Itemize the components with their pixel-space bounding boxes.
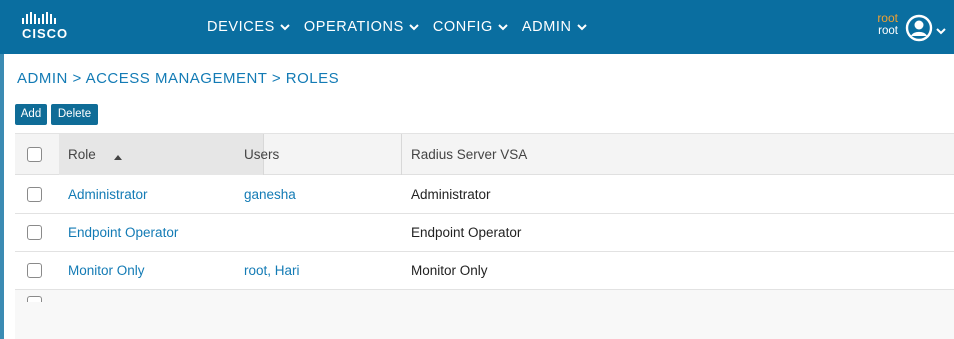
chevron-down-icon: [498, 19, 508, 35]
column-header-vsa[interactable]: Radius Server VSA: [411, 134, 527, 175]
table-row-partial: [15, 290, 954, 339]
table-row[interactable]: Administrator ganesha Administrator: [15, 176, 954, 214]
column-header-role[interactable]: Role: [59, 134, 263, 175]
top-navigation-bar: CISCO DEVICES OPERATIONS CONFIG ADMIN ro…: [0, 0, 954, 54]
nav-config-label: CONFIG: [432, 19, 493, 35]
users-cell: root, Hari: [244, 252, 300, 289]
left-edge-accent: [0, 54, 4, 339]
radius-vsa-value: Administrator: [411, 187, 491, 202]
cisco-logo-bar: [54, 18, 56, 24]
user-avatar-icon[interactable]: [905, 14, 933, 42]
nav-devices-label: DEVICES: [207, 19, 275, 35]
cisco-logo-bar: [22, 18, 24, 24]
nav-devices[interactable]: DEVICES: [207, 19, 290, 35]
role-link[interactable]: Administrator: [68, 176, 148, 213]
cisco-logo-text: CISCO: [22, 26, 69, 41]
table-row[interactable]: Monitor Only root, Hari Monitor Only: [15, 252, 954, 290]
cisco-logo-bars: [22, 12, 82, 24]
role-link[interactable]: Monitor Only: [68, 252, 145, 289]
column-separator: [401, 134, 402, 175]
user-name: root: [877, 11, 898, 25]
radius-vsa-value: Monitor Only: [411, 263, 488, 278]
user-link[interactable]: ganesha: [244, 176, 296, 213]
row-checkbox[interactable]: [27, 225, 42, 240]
cisco-logo-bar: [50, 14, 52, 24]
nav-operations[interactable]: OPERATIONS: [304, 19, 419, 35]
cisco-logo[interactable]: CISCO: [22, 12, 82, 42]
cisco-logo-bar: [42, 14, 44, 24]
chevron-down-icon[interactable]: [936, 22, 946, 40]
table-row[interactable]: Endpoint Operator Endpoint Operator: [15, 214, 954, 252]
row-checkbox[interactable]: [27, 263, 42, 278]
roles-table: Role Users Radius Server VSA Administrat…: [15, 133, 954, 339]
chevron-down-icon: [280, 19, 290, 35]
user-info[interactable]: root root: [868, 12, 898, 38]
main-nav: DEVICES OPERATIONS CONFIG ADMIN: [207, 0, 601, 54]
add-button[interactable]: Add: [15, 104, 47, 125]
cisco-logo-bar: [30, 12, 32, 24]
chevron-down-icon: [576, 19, 587, 35]
cisco-logo-bar: [26, 14, 28, 24]
role-link[interactable]: Endpoint Operator: [68, 214, 178, 251]
user-separator: ,: [267, 263, 275, 278]
cisco-logo-bar: [38, 18, 40, 24]
chevron-down-icon: [409, 19, 419, 35]
column-header-users-label: Users: [244, 147, 280, 162]
breadcrumb[interactable]: ADMIN > ACCESS MANAGEMENT > ROLES: [17, 70, 339, 87]
row-checkbox[interactable]: [27, 187, 42, 202]
sort-up-icon: [113, 135, 122, 176]
user-link[interactable]: root: [244, 263, 267, 278]
row-checkbox[interactable]: [27, 296, 42, 302]
nav-admin[interactable]: ADMIN: [522, 19, 587, 35]
user-link[interactable]: Hari: [275, 263, 300, 278]
nav-config[interactable]: CONFIG: [433, 19, 508, 35]
column-header-users[interactable]: Users: [244, 134, 279, 175]
cisco-logo-bar: [34, 14, 36, 24]
radius-vsa-value: Endpoint Operator: [411, 225, 522, 240]
delete-button[interactable]: Delete: [51, 104, 98, 125]
select-all-checkbox[interactable]: [27, 147, 42, 162]
column-header-role-label: Role: [68, 147, 96, 162]
table-header: Role Users Radius Server VSA: [15, 134, 954, 175]
user-role: root: [878, 25, 898, 37]
cisco-logo-bar: [46, 12, 48, 24]
column-header-vsa-label: Radius Server VSA: [411, 147, 528, 162]
nav-admin-label: ADMIN: [521, 19, 572, 35]
nav-operations-label: OPERATIONS: [303, 19, 404, 35]
